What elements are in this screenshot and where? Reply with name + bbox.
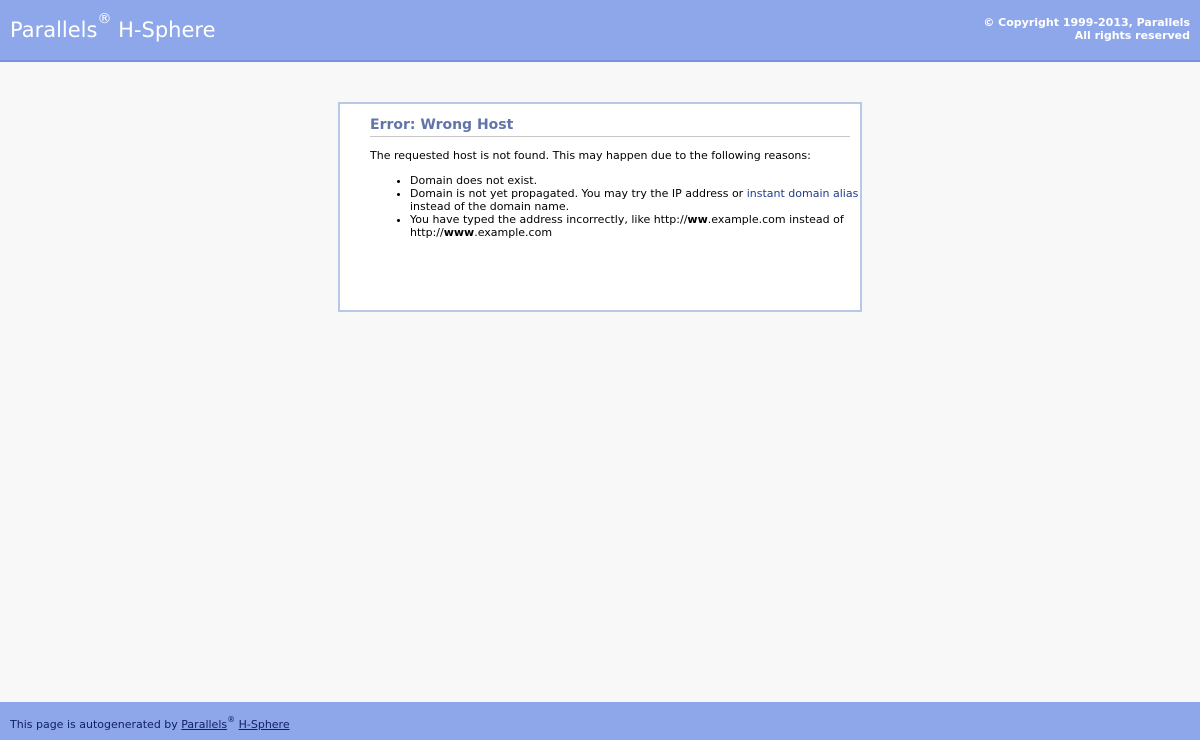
reasons-list: Domain does not exist. Domain is not yet… — [370, 174, 890, 239]
reason-text: Domain is not yet propagated. You may tr… — [410, 187, 747, 200]
error-panel: Error: Wrong Host The requested host is … — [338, 102, 862, 312]
reason-item: Domain does not exist. — [410, 174, 890, 187]
error-title: Error: Wrong Host — [370, 114, 850, 137]
page-footer: This page is autogenerated by Parallels®… — [0, 702, 1200, 740]
reason-text: .example.com — [474, 226, 553, 239]
reason-item: You have typed the address incorrectly, … — [410, 213, 890, 239]
copyright-line: © Copyright 1999-2013, Parallels — [983, 16, 1190, 29]
parallels-link[interactable]: Parallels — [181, 718, 227, 731]
footer-text: This page is autogenerated by Parallels®… — [10, 715, 290, 732]
footer-registered-mark: ® — [227, 715, 236, 724]
instant-domain-alias-link[interactable]: instant domain alias — [747, 187, 859, 200]
reason-bold: www — [443, 226, 475, 239]
brand-product: H-Sphere — [118, 18, 216, 42]
reason-text: Domain does not exist. — [410, 174, 538, 187]
reason-text: You have typed the address incorrectly, … — [410, 213, 688, 226]
registered-mark: ® — [97, 11, 112, 27]
reason-item: Domain is not yet propagated. You may tr… — [410, 187, 890, 213]
brand-logo: Parallels® H-Sphere — [10, 12, 216, 45]
reason-text: instead of the domain name. — [410, 200, 570, 213]
page-header: Parallels® H-Sphere © Copyright 1999-201… — [0, 0, 1200, 62]
error-intro: The requested host is not found. This ma… — [370, 149, 811, 162]
rights-line: All rights reserved — [1074, 29, 1190, 42]
reason-bold: ww — [687, 213, 708, 226]
copyright-notice: © Copyright 1999-2013, Parallels All rig… — [983, 16, 1190, 42]
footer-label: This page is autogenerated by — [10, 718, 182, 731]
hsphere-link[interactable]: H-Sphere — [239, 718, 290, 731]
brand-name: Parallels — [10, 18, 98, 42]
